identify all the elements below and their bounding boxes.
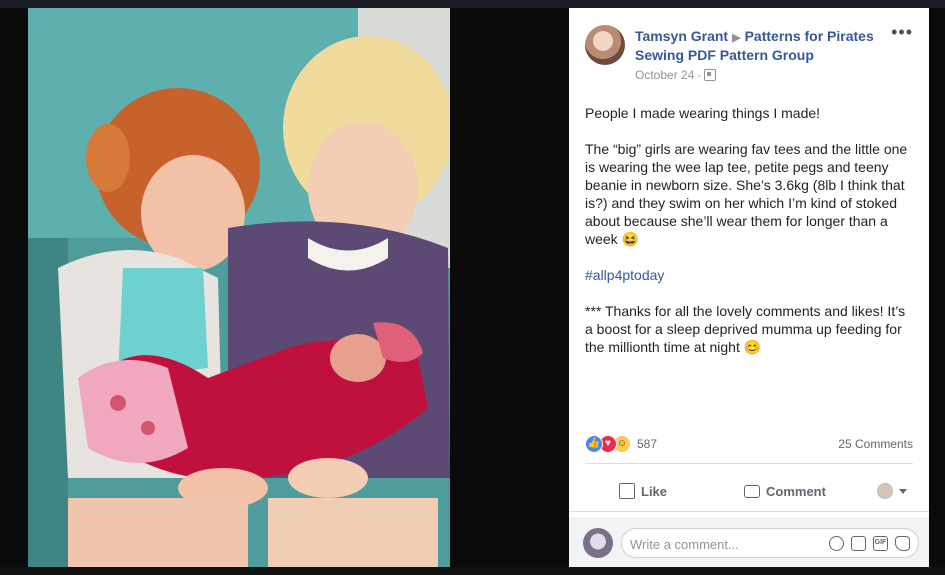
- post-meta: October 24 ·: [635, 68, 717, 82]
- triangle-right-icon: ▶: [732, 32, 741, 44]
- gif-icon[interactable]: GIF: [873, 536, 888, 551]
- sticker-icon[interactable]: [895, 536, 910, 551]
- post-paragraph: *** Thanks for all the lovely comments a…: [585, 303, 906, 355]
- post-paragraph: The “big” girls are wearing fav tees and…: [585, 141, 908, 247]
- post-header: Tamsyn Grant ▶ Patterns for Pirates: [635, 28, 874, 44]
- author-avatar[interactable]: [585, 25, 625, 65]
- like-label: Like: [641, 483, 668, 499]
- post-photo[interactable]: [28, 8, 450, 568]
- comment-placeholder: Write a comment...: [630, 537, 739, 552]
- composer-icons: GIF: [829, 536, 910, 551]
- post-date[interactable]: October 24: [635, 68, 694, 82]
- comment-label: Comment: [766, 483, 826, 499]
- post-body: People I made wearing things I made! The…: [585, 104, 915, 374]
- post-actions: Like Comment: [569, 471, 929, 511]
- group-name-continued[interactable]: Sewing PDF Pattern Group: [635, 47, 814, 63]
- background-page-strip: [0, 0, 945, 8]
- like-button[interactable]: Like: [619, 471, 667, 511]
- thumbs-up-icon: [619, 483, 635, 499]
- meta-separator: ·: [697, 68, 702, 82]
- comment-input[interactable]: Write a comment... GIF: [621, 528, 919, 558]
- more-options-icon[interactable]: •••: [891, 22, 913, 43]
- chevron-down-icon: [899, 488, 907, 494]
- divider: [569, 511, 929, 512]
- viewer-avatar[interactable]: [583, 528, 613, 558]
- camera-icon[interactable]: [851, 536, 866, 551]
- post-as-selector[interactable]: [877, 471, 907, 511]
- hashtag-link[interactable]: #allp4ptoday: [585, 266, 915, 284]
- comments-count[interactable]: 25 Comments: [838, 437, 913, 451]
- comment-bubble-icon: [744, 484, 760, 498]
- post-panel: Tamsyn Grant ▶ Patterns for Pirates Sewing…: [569, 8, 929, 568]
- divider: [585, 463, 913, 464]
- background-page-strip: [0, 567, 945, 575]
- photo-illustration: [28, 8, 450, 568]
- emoji-icon[interactable]: [829, 536, 844, 551]
- page-avatar-icon: [877, 483, 893, 499]
- audience-icon[interactable]: [704, 69, 717, 81]
- reaction-count[interactable]: 587: [637, 437, 657, 451]
- group-name[interactable]: Patterns for Pirates: [745, 28, 874, 44]
- comment-button[interactable]: Comment: [744, 471, 826, 511]
- like-reaction-icon: 👍: [585, 435, 603, 453]
- post-paragraph: People I made wearing things I made!: [585, 105, 821, 121]
- reactions-summary[interactable]: 👍 ♥ ☺ 587: [585, 435, 657, 453]
- author-name[interactable]: Tamsyn Grant: [635, 28, 728, 44]
